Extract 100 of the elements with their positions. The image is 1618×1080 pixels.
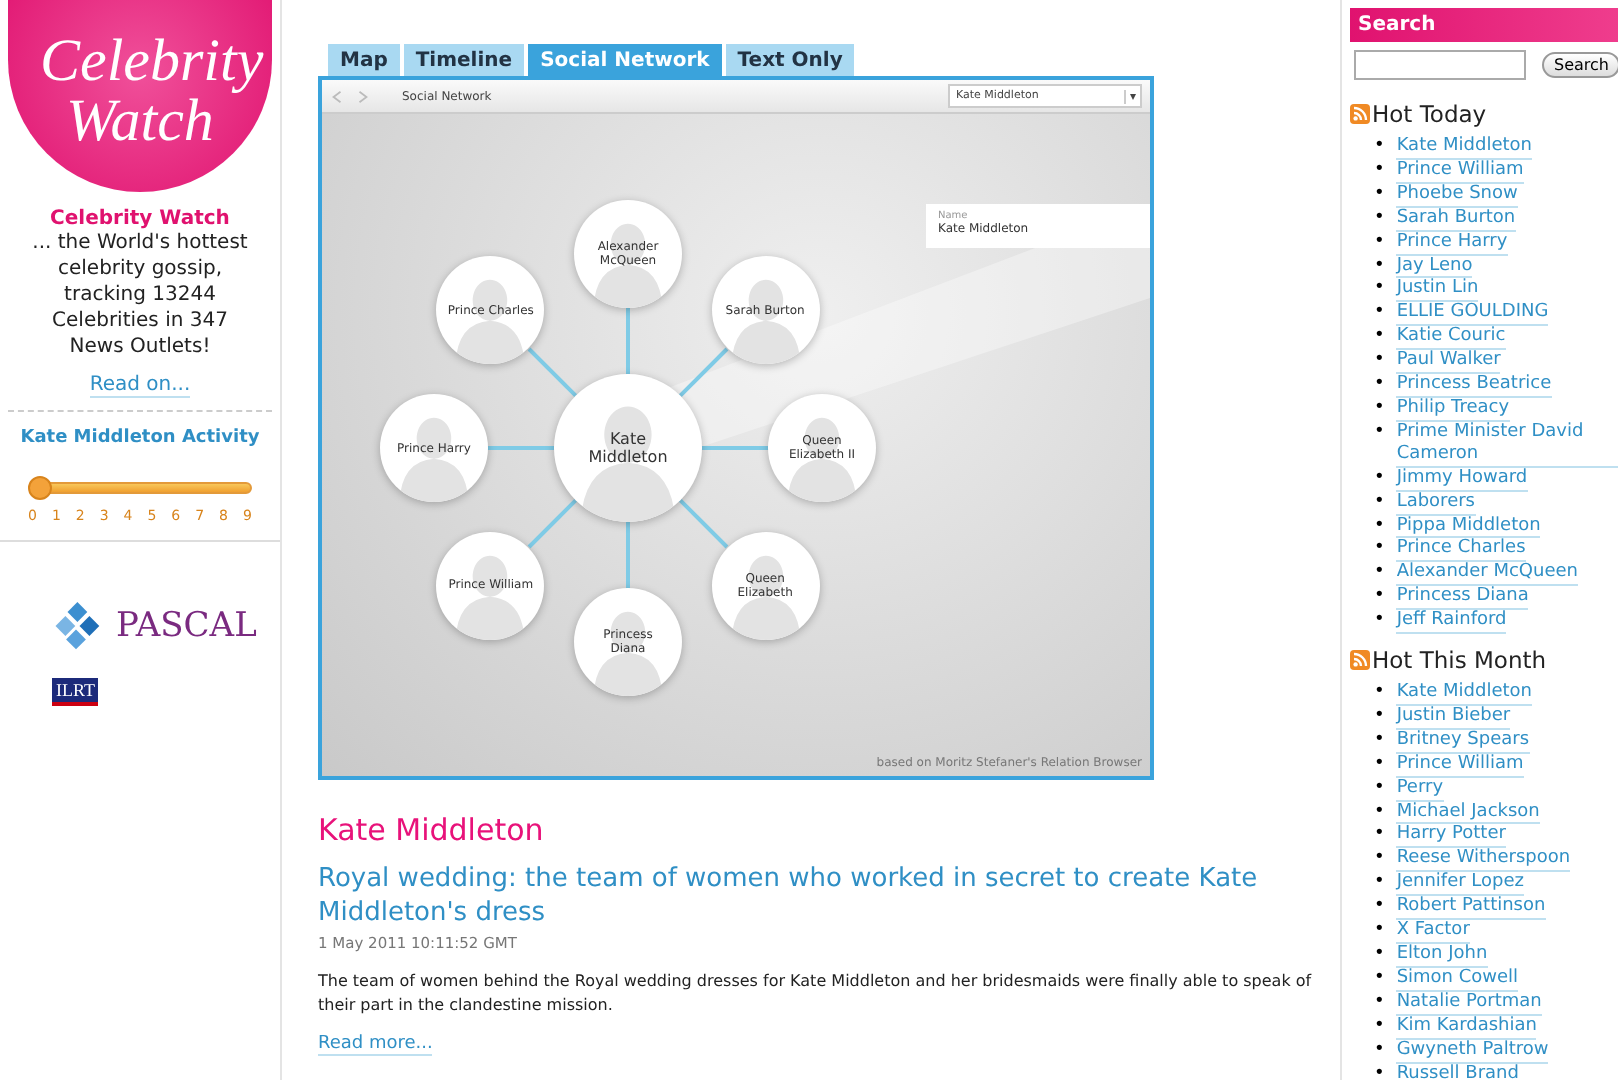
connector-line [678,498,729,549]
site-title: Celebrity Watch [48,208,232,230]
bullet: • [1374,967,1385,990]
view-tab[interactable]: Social Network [528,44,722,76]
bullet: • [1374,302,1385,325]
bullet: • [1374,586,1385,609]
celebrity-link[interactable]: Harry Potter [1396,824,1506,849]
connector-line [626,522,630,588]
bullet: • [1374,1063,1385,1080]
activity-title: Kate Middleton Activity [20,428,260,448]
celebrity-heading: Kate Middleton [318,812,546,848]
connector-line [678,347,729,398]
article-summary: The team of women behind the Royal wedding dresses for Kate Middleton and her bridesmaids were finally able to speak of their part in the clandestine mission. [318,970,1314,1018]
celebrity-link[interactable]: Perry [1396,777,1444,802]
celebrity-link[interactable]: Robert Pattinson [1396,896,1546,921]
celebrity-link[interactable]: Sarah Burton [1396,207,1516,232]
celebrity-link[interactable]: Justin Bieber [1396,705,1511,730]
bullet: • [1374,183,1385,206]
bullet: • [1374,801,1385,823]
article-link[interactable]: Royal wedding: the team of women who worked in secret to create Kate Middleton's dress [318,862,1320,930]
view-tab[interactable]: Text Only [725,44,855,76]
connector-line [527,498,578,549]
bullet: • [1374,159,1385,182]
celebrity-link[interactable]: Michael Jackson [1396,801,1540,825]
celebrity-link[interactable]: Pippa Middleton [1396,515,1541,539]
partner-logo-text: PASCAL [116,606,257,646]
node-label: Kate Middleton [586,430,670,466]
connector-line [488,446,554,450]
celebrity-link[interactable]: Reese Witherspoon [1396,848,1571,873]
celebrity-link[interactable]: Britney Spears [1396,729,1530,754]
logo[interactable]: Celebrity Watch [8,0,272,192]
view-tab[interactable]: Timeline [403,44,525,76]
celebrity-link[interactable]: Phoebe Snow [1396,183,1518,208]
site-description: ... the World's hottest celebrity gossip, tracking 13244 Celebrities in 347 News Outlets! [32,230,248,360]
celebrity-link[interactable]: Alexander McQueen [1396,562,1578,587]
search-button[interactable]: Search [1542,52,1618,78]
bullet: • [1374,467,1385,490]
search-field[interactable] [1354,50,1526,80]
celebrity-link[interactable]: Jay Leno [1396,255,1473,279]
celebrity-link[interactable]: Laborers [1396,491,1475,515]
bullet: • [1374,278,1385,301]
bullet: • [1374,326,1385,349]
search-header: Search [1350,8,1618,42]
celebrity-link[interactable]: Kate Middleton [1396,682,1532,706]
celebrity-link[interactable]: Simon Cowell [1396,967,1519,992]
celebrity-link[interactable]: Gwyneth Paltrow [1396,1039,1549,1064]
celebrity-link[interactable]: Kim Kardashian [1396,1015,1537,1040]
bullet: • [1374,421,1385,444]
bullet: • [1374,136,1385,158]
bullet: • [1374,705,1385,728]
bullet: • [1374,753,1385,776]
bullet: • [1374,1039,1385,1062]
celebrity-link[interactable]: Kate Middleton [1396,136,1532,160]
celebrity-link[interactable]: Princess Diana [1396,586,1529,611]
view-tab[interactable]: Map [328,44,400,76]
celebrity-link[interactable]: Jennifer Lopez [1396,872,1525,897]
connector-line [527,347,578,398]
bullet: • [1374,1015,1385,1038]
read-more-link[interactable]: Read more... [318,1034,433,1056]
bullet: • [1374,515,1385,537]
celebrity-link[interactable]: Prince Harry [1396,231,1508,256]
read-on-link[interactable]: Read on... [89,374,191,398]
celebrity-link[interactable]: Prince Charles [1396,538,1526,563]
bullet: • [1374,255,1385,277]
celebrity-link[interactable]: Prince William [1396,753,1524,778]
rss-icon[interactable] [1350,104,1370,124]
celebrity-link[interactable]: Katie Couric [1396,326,1506,351]
section-title: Hot Today [1372,100,1487,128]
bullet: • [1374,374,1385,396]
celebrity-link[interactable]: Paul Walker [1396,350,1501,375]
rss-icon[interactable] [1350,650,1370,671]
activity-slider[interactable] [28,476,252,500]
bullet: • [1374,350,1385,373]
bullet: • [1374,729,1385,752]
bullet: • [1374,562,1385,585]
celebrity-link[interactable]: Prince William [1396,159,1524,184]
bullet: • [1374,207,1385,230]
celebrity-link[interactable]: Russell Brand [1396,1063,1519,1080]
bullet: • [1374,991,1385,1014]
celebrity-link[interactable]: Jimmy Howard [1396,467,1528,492]
celebrity-link[interactable]: Princess Beatrice [1396,374,1552,398]
bullet: • [1374,824,1385,847]
bullet: • [1374,610,1385,633]
celebrity-link[interactable]: Philip Treacy [1396,397,1510,422]
partner-logo[interactable]: ILRT [52,678,99,706]
bullet: • [1374,682,1385,704]
bullet: • [1374,538,1385,561]
connector-line [702,446,768,450]
person-node[interactable]: Kate Middleton [554,374,702,522]
celebrity-link[interactable]: ELLIE GOULDING [1396,302,1549,327]
bullet: • [1374,777,1385,800]
celebrity-link[interactable]: Prime Minister David Cameron [1396,421,1618,468]
celebrity-link[interactable]: Justin Lin [1396,278,1479,303]
celebrity-link[interactable]: Elton John [1396,944,1488,968]
bullet: • [1374,491,1385,513]
celebrity-link[interactable]: Jeff Rainford [1396,610,1507,635]
celebrity-link[interactable]: X Factor [1396,920,1470,944]
bullet: • [1374,848,1385,871]
celebrity-link[interactable]: Natalie Portman [1396,991,1542,1016]
section-title: Hot This Month [1372,646,1547,675]
